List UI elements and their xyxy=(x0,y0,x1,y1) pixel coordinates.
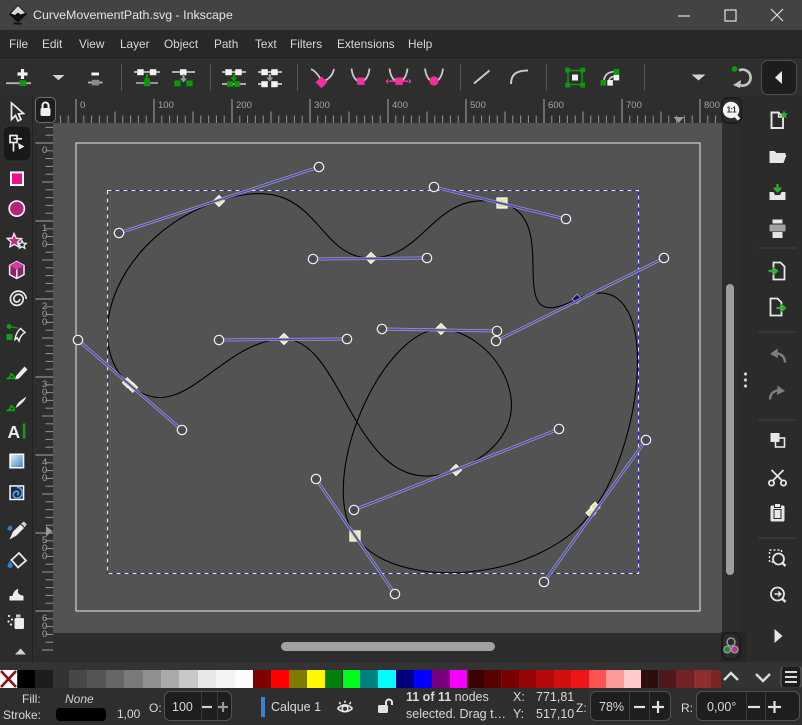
svg-text:800: 800 xyxy=(704,100,720,111)
svg-text:0: 0 xyxy=(42,239,47,250)
svg-text:0: 0 xyxy=(42,145,47,156)
svg-text:0: 0 xyxy=(42,551,47,562)
svg-text:A: A xyxy=(8,422,21,442)
svg-text:500: 500 xyxy=(470,100,486,111)
svg-text:600: 600 xyxy=(548,100,564,111)
svg-text:100: 100 xyxy=(158,100,174,111)
svg-text:300: 300 xyxy=(314,100,330,111)
svg-text:0: 0 xyxy=(42,395,47,406)
svg-text:0: 0 xyxy=(42,629,47,640)
svg-text:400: 400 xyxy=(392,100,408,111)
svg-text:0: 0 xyxy=(80,100,85,111)
svg-text:0: 0 xyxy=(42,317,47,328)
svg-text:200: 200 xyxy=(236,100,252,111)
svg-text:1:1: 1:1 xyxy=(727,106,738,115)
svg-text:700: 700 xyxy=(626,100,642,111)
svg-text:0: 0 xyxy=(42,473,47,484)
